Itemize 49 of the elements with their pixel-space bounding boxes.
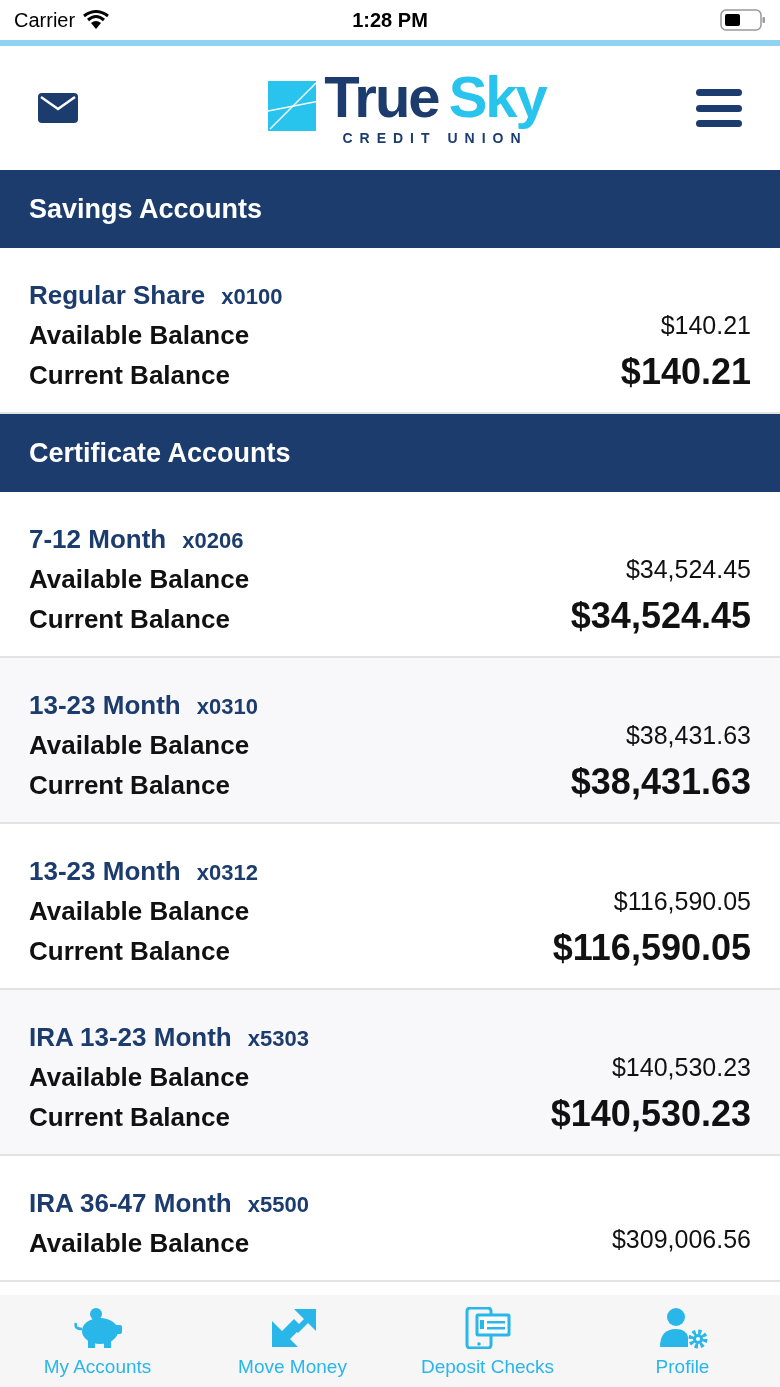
balance-label: Current Balance [29,769,231,800]
account-name: 7-12 Month [29,523,167,556]
balance-label: Current Balance [29,935,231,966]
user-settings-icon [657,1306,708,1349]
section-title: Savings Accounts [29,192,263,226]
account-number: x5303 [247,1025,309,1053]
current-amount: $38,431.63 [570,764,751,800]
account-row[interactable]: IRA 13-23 Month x5303 Available Balance Current Balance $140,530.23 $140,530.23 [0,990,780,1156]
balance-label: Available Balance [29,729,251,760]
account-row[interactable]: 13-23 Month x0310 Available Balance Current Balance $38,431.63 $38,431.63 [0,658,780,824]
current-amount: $140.21 [620,354,751,390]
balance-label: Available Balance [29,319,251,350]
account-name: 13-23 Month [29,689,181,722]
available-amount: $34,524.45 [625,553,751,585]
carrier-name: Carrier [14,8,76,33]
account-number: x0206 [182,527,244,555]
current-amount: $34,524.45 [570,598,751,634]
account-name: 13-23 Month [29,855,181,888]
logo-subtitle: CREDIT UNION [342,129,528,148]
current-amount: $116,590.05 [552,930,751,966]
available-amount: $38,431.63 [625,719,751,751]
available-amount: $140.21 [660,309,751,341]
current-amount: $140,530.23 [550,1096,751,1132]
section-title: Certificate Accounts [29,436,291,470]
logo-mark-icon [268,80,319,131]
clock: 1:28 PM [352,8,428,33]
account-number: x5500 [247,1191,309,1219]
balance-label: Available Balance [29,895,251,926]
balance-label: Available Balance [29,563,250,594]
mail-icon[interactable] [38,93,78,123]
account-number: x0310 [196,693,258,721]
wifi-icon [83,10,110,30]
menu-icon[interactable] [696,89,742,127]
balance-label: Available Balance [29,1227,251,1258]
account-name: IRA 13-23 Month [29,1021,232,1054]
mobile-check-icon [464,1306,511,1349]
available-amount: $116,590.05 [613,885,751,917]
account-name: IRA 36-47 Month [29,1187,232,1220]
battery-icon [720,9,766,31]
logo-text: True [324,67,439,126]
balance-label: Available Balance [29,1061,251,1092]
balance-label: Current Balance [29,603,231,634]
account-number: x0312 [196,859,258,887]
account-number: x0100 [221,283,283,311]
account-name: Regular Share [29,279,206,312]
balance-label: Current Balance [29,1101,231,1132]
available-amount: $309,006.56 [611,1223,751,1255]
balance-label: Current Balance [29,359,231,390]
available-amount: $140,530.23 [611,1051,751,1083]
